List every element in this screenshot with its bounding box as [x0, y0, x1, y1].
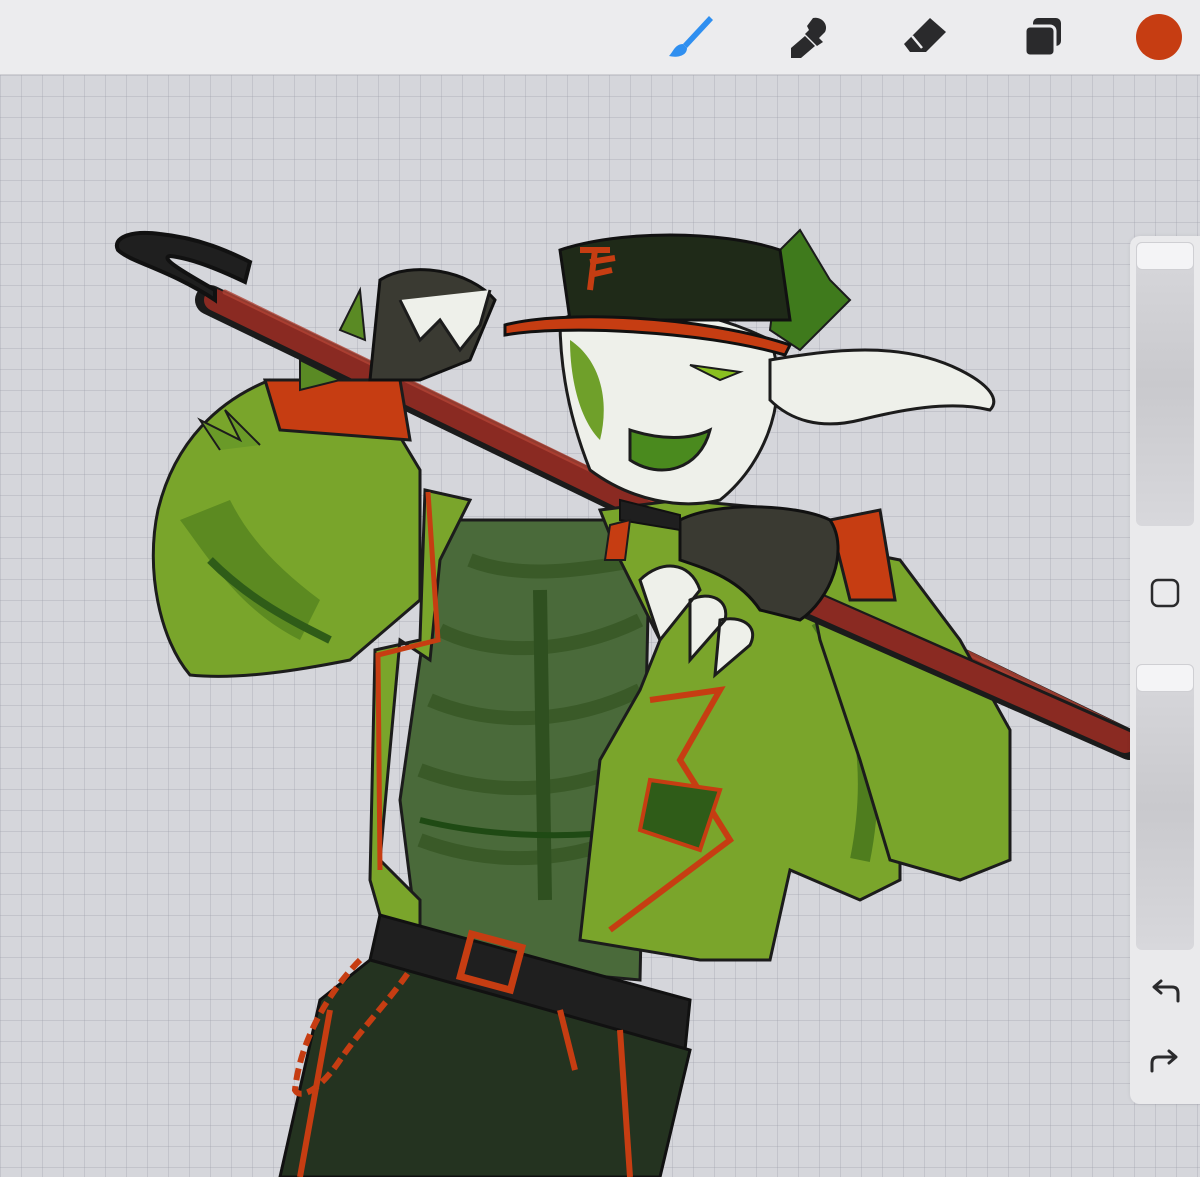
smudge-icon	[791, 17, 827, 58]
brush-size-slider[interactable]	[1136, 242, 1194, 526]
layers-button[interactable]	[1014, 12, 1070, 62]
undo-button[interactable]	[1145, 972, 1185, 1012]
top-toolbar	[0, 0, 1200, 75]
color-picker-button[interactable]	[1131, 12, 1187, 62]
smudge-tool-button[interactable]	[780, 12, 836, 62]
redo-icon	[1150, 1049, 1178, 1073]
brush-tool-button[interactable]	[662, 12, 718, 62]
brush-icon	[669, 16, 713, 57]
eraser-icon	[904, 18, 946, 52]
redo-button[interactable]	[1145, 1042, 1185, 1082]
artwork-illustration	[114, 228, 1145, 1177]
layers-icon	[1023, 18, 1061, 58]
modify-button[interactable]	[1145, 573, 1185, 613]
brush-sidebar	[1130, 236, 1200, 1104]
drawing-canvas[interactable]	[0, 75, 1200, 1177]
opacity-slider[interactable]	[1136, 664, 1194, 950]
brush-size-slider-handle[interactable]	[1136, 242, 1194, 270]
eraser-tool-button[interactable]	[897, 12, 953, 62]
undo-icon	[1152, 979, 1180, 1003]
square-icon	[1150, 578, 1180, 608]
opacity-slider-handle[interactable]	[1136, 664, 1194, 692]
color-swatch-icon	[1136, 14, 1182, 60]
